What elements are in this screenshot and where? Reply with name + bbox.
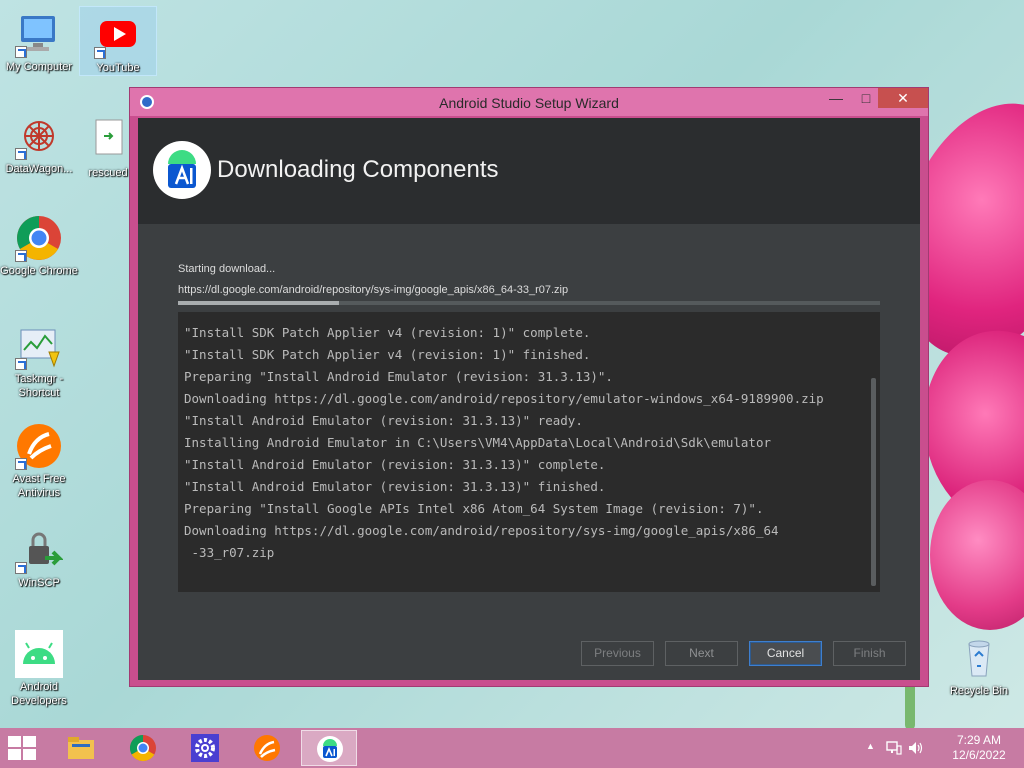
start-button[interactable] <box>8 736 38 760</box>
window-title: Android Studio Setup Wizard <box>439 95 619 111</box>
download-url-text: https://dl.google.com/android/repository… <box>178 284 569 296</box>
tray-icons: ▲ <box>864 741 934 755</box>
desktop-icon-taskmgr[interactable]: Taskmgr - Shortcut <box>0 318 78 400</box>
file-explorer-icon <box>68 737 94 759</box>
desktop-icon-label: DataWagon... <box>5 163 73 175</box>
maximize-button[interactable]: □ <box>852 88 880 108</box>
desktop-icon-recycle-bin[interactable]: Recycle Bin <box>940 630 1018 698</box>
youtube-icon <box>94 11 142 59</box>
avast-icon <box>15 422 63 470</box>
minimize-button[interactable]: — <box>822 88 850 108</box>
desktop-icon-android-developers[interactable]: Android Developers <box>0 626 78 708</box>
finish-button[interactable]: Finish <box>833 641 906 666</box>
next-button[interactable]: Next <box>665 641 738 666</box>
android-studio-logo-icon <box>153 141 211 199</box>
close-button[interactable]: ✕ <box>878 88 928 108</box>
taskbar-settings[interactable] <box>177 730 233 766</box>
desktop-icon-label: WinSCP <box>18 577 60 589</box>
wizard-header: Downloading Components <box>138 118 920 224</box>
android-icon <box>15 630 63 678</box>
desktop-icon-label: Taskmgr - Shortcut <box>14 373 64 399</box>
log-line: "Install SDK Patch Applier v4 (revision:… <box>184 325 591 340</box>
log-line: "Install Android Emulator (revision: 31.… <box>184 457 606 472</box>
log-line: Downloading https://dl.google.com/androi… <box>184 391 824 406</box>
log-line: -33_r07.zip <box>184 545 275 560</box>
log-line: Preparing "Install Google APIs Intel x86… <box>184 501 764 516</box>
log-line: Preparing "Install Android Emulator (rev… <box>184 369 613 384</box>
desktop-icon-avast[interactable]: Avast Free Antivirus <box>0 418 78 500</box>
previous-button[interactable]: Previous <box>581 641 654 666</box>
desktop-icon-google-chrome[interactable]: Google Chrome <box>0 210 78 278</box>
taskbar-chrome[interactable] <box>115 730 171 766</box>
log-line: "Install SDK Patch Applier v4 (revision:… <box>184 347 591 362</box>
android-studio-icon <box>317 736 343 762</box>
taskbar-avast[interactable] <box>239 730 295 766</box>
desktop-icon-label: My Computer <box>5 61 73 73</box>
desktop-icon-label: YouTube <box>96 62 140 74</box>
desktop-icon-label: Recycle Bin <box>949 685 1009 697</box>
desktop-icon-label: Android Developers <box>11 681 67 707</box>
download-progress-fill <box>178 301 340 305</box>
clock-time: 7:29 AM <box>956 733 1002 747</box>
log-line: "Install Android Emulator (revision: 31.… <box>184 479 606 494</box>
log-scrollbar[interactable] <box>871 378 876 586</box>
setup-wizard-window: Android Studio Setup Wizard — □ ✕ Downlo… <box>129 87 929 687</box>
log-line: "Install Android Emulator (revision: 31.… <box>184 413 583 428</box>
taskmgr-icon <box>15 322 63 370</box>
show-hidden-icons-icon[interactable]: ▲ <box>866 741 875 751</box>
desktop-icon-my-computer[interactable]: My Computer <box>0 6 78 74</box>
cancel-button[interactable]: Cancel <box>749 641 822 666</box>
document-icon <box>84 116 132 164</box>
log-lines: "Install SDK Patch Applier v4 (revision:… <box>184 322 824 564</box>
log-line: Downloading https://dl.google.com/androi… <box>184 523 779 538</box>
settings-icon <box>191 734 219 762</box>
system-tray: ▲ 7:29 AM 12/6/2022 <box>854 728 1014 768</box>
download-log[interactable]: "Install SDK Patch Applier v4 (revision:… <box>178 312 880 592</box>
wizard-content: Downloading Components Starting download… <box>138 118 920 680</box>
taskbar: ▲ 7:29 AM 12/6/2022 <box>0 728 1024 768</box>
log-line: Installing Android Emulator in C:\Users\… <box>184 435 771 450</box>
desktop-icon-youtube[interactable]: YouTube <box>79 6 157 76</box>
desktop-icon-datawagon[interactable]: DataWagon... <box>0 108 78 176</box>
recycle-bin-icon <box>955 634 1003 682</box>
desktop-icon-winscp[interactable]: WinSCP <box>0 522 78 590</box>
taskbar-android-studio[interactable] <box>301 730 357 766</box>
clock-date: 12/6/2022 <box>952 748 1006 762</box>
page-title: Downloading Components <box>217 156 499 183</box>
avast-icon <box>254 735 280 761</box>
clock[interactable]: 7:29 AM 12/6/2022 <box>944 733 1014 763</box>
download-progress-bar <box>178 301 880 305</box>
download-status-text: Starting download... <box>178 263 276 275</box>
wallpaper-flower <box>930 480 1024 630</box>
taskbar-file-explorer[interactable] <box>53 730 109 766</box>
desktop-icon-label: Google Chrome <box>0 265 78 277</box>
volume-icon[interactable] <box>908 741 924 755</box>
window-titlebar[interactable]: Android Studio Setup Wizard — □ ✕ <box>130 88 928 116</box>
network-icon[interactable] <box>886 741 902 755</box>
chrome-icon <box>129 734 156 762</box>
desktop-icon-label: Avast Free Antivirus <box>12 473 66 499</box>
chrome-icon <box>15 214 63 262</box>
winscp-icon <box>15 526 64 574</box>
my-computer-icon <box>15 10 63 58</box>
datawagon-icon <box>15 112 63 160</box>
